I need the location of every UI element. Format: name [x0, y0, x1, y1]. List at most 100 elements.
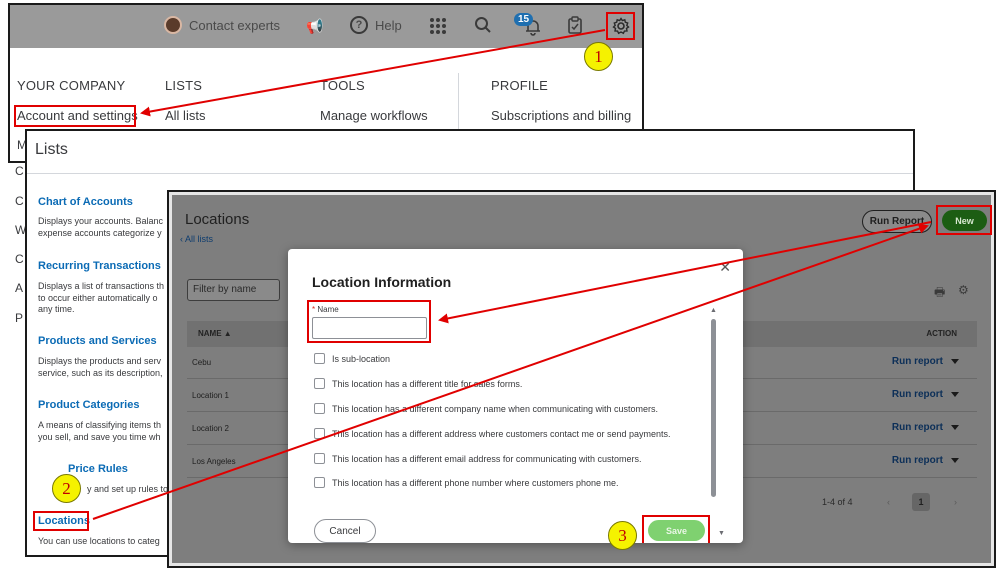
checkbox-box[interactable] — [314, 453, 325, 464]
recurring-transactions-link[interactable]: Recurring Transactions — [38, 260, 161, 272]
megaphone-icon: 📢 — [306, 17, 324, 34]
menu-item-partial[interactable]: P — [15, 311, 23, 325]
subscriptions-billing-link[interactable]: Subscriptions and billing — [491, 108, 631, 123]
tasks-button[interactable] — [567, 16, 583, 34]
checkbox-box[interactable] — [314, 477, 325, 488]
checkbox-box[interactable] — [314, 403, 325, 414]
checkbox-different-address[interactable]: This location has a different address wh… — [314, 428, 671, 439]
pagination-count: 1-4 of 4 — [822, 497, 853, 507]
products-and-services-link[interactable]: Products and Services — [38, 335, 157, 347]
step-marker-3: 3 — [608, 521, 637, 550]
annotation-box-account-settings — [14, 105, 136, 127]
save-button[interactable]: Save — [648, 520, 705, 541]
list-item-description: service, such as its description, — [38, 368, 163, 378]
checkbox-different-company-name[interactable]: This location has a different company na… — [314, 403, 658, 414]
list-item-description: you sell, and save you time wh — [38, 432, 161, 442]
contact-experts-label: Contact experts — [189, 17, 281, 33]
column-header-name[interactable]: NAME ▲ — [198, 329, 232, 338]
list-item-description: You can use locations to categ — [38, 536, 160, 546]
print-icon[interactable]: 🖶 — [934, 283, 945, 304]
product-categories-link[interactable]: Product Categories — [38, 399, 139, 411]
clipboard-icon — [568, 16, 582, 34]
gear-icon[interactable]: ⚙ — [958, 283, 969, 297]
location-name: Location 1 — [192, 391, 229, 400]
location-name: Cebu — [192, 358, 212, 367]
run-report-link[interactable]: Run report — [892, 389, 943, 400]
menu-divider — [458, 73, 459, 133]
close-icon[interactable]: ✕ — [719, 259, 731, 276]
lists-header: Lists — [27, 131, 913, 174]
manage-workflows-link[interactable]: Manage workflows — [320, 108, 428, 123]
new-button[interactable]: New — [942, 210, 987, 231]
scroll-up-icon[interactable]: ▲ — [710, 307, 717, 314]
menu-heading-lists: LISTS — [165, 78, 203, 93]
contact-experts-button[interactable]: Contact experts — [164, 16, 280, 34]
avatar — [164, 16, 182, 34]
apps-grid-icon — [430, 18, 446, 34]
location-name: Location 2 — [192, 424, 229, 433]
run-report-link[interactable]: Run report — [892, 455, 943, 466]
chevron-right-icon[interactable]: › — [954, 497, 957, 507]
checkbox-label: This location has a different company na… — [332, 403, 658, 414]
step-marker-1: 1 — [584, 42, 613, 71]
menu-item-partial[interactable]: C — [15, 164, 24, 178]
announcements-button[interactable]: 📢 — [305, 16, 325, 36]
list-item-description: any time. — [38, 304, 75, 314]
checkbox-label: This location has a different phone numb… — [332, 477, 619, 488]
checkbox-label: This location has a different title for … — [332, 378, 523, 389]
breadcrumb[interactable]: ‹ All lists — [180, 234, 213, 244]
list-item-description: A means of classifying items th — [38, 420, 162, 430]
gear-icon — [611, 17, 630, 35]
chevron-down-icon[interactable] — [951, 425, 959, 430]
name-field[interactable] — [312, 317, 427, 339]
chart-of-accounts-link[interactable]: Chart of Accounts — [38, 196, 133, 208]
column-header-action: ACTION — [926, 329, 957, 338]
menu-item-partial[interactable]: C — [15, 252, 24, 266]
checkbox-label: Is sub-location — [332, 353, 391, 364]
checkbox-different-phone[interactable]: This location has a different phone numb… — [314, 477, 619, 488]
checkbox-different-email[interactable]: This location has a different email addr… — [314, 453, 641, 464]
search-button[interactable] — [474, 16, 492, 34]
dialog-scrollbar[interactable] — [711, 319, 716, 497]
name-field-label: * Name — [312, 305, 339, 314]
filter-input[interactable]: Filter by name — [187, 279, 280, 301]
apps-button[interactable] — [430, 18, 446, 34]
list-item-description: expense accounts categorize y — [38, 228, 162, 238]
menu-heading-your-company: YOUR COMPANY — [17, 78, 126, 93]
checkbox-box[interactable] — [314, 428, 325, 439]
cancel-button[interactable]: Cancel — [314, 519, 376, 543]
run-report-button[interactable]: Run Report — [862, 210, 932, 233]
menu-item-partial[interactable]: A — [15, 281, 23, 295]
chevron-down-icon[interactable] — [951, 458, 959, 463]
help-label: Help — [375, 17, 402, 33]
run-report-link[interactable]: Run report — [892, 356, 943, 367]
chevron-down-icon[interactable] — [951, 392, 959, 397]
page-title: Lists — [35, 141, 68, 158]
search-icon — [475, 17, 491, 33]
price-rules-link[interactable]: Price Rules — [68, 463, 128, 475]
checkbox-box[interactable] — [314, 353, 325, 364]
annotation-box-locations — [33, 511, 89, 531]
chevron-down-icon[interactable] — [951, 359, 959, 364]
chevron-down-icon[interactable]: ▼ — [718, 530, 725, 537]
dialog-title: Location Information — [312, 274, 452, 290]
step-marker-2: 2 — [52, 474, 81, 503]
list-item-description: Displays your accounts. Balanc — [38, 216, 164, 226]
menu-heading-profile: PROFILE — [491, 78, 549, 93]
chevron-left-icon[interactable]: ‹ — [887, 497, 890, 507]
checkbox-different-title[interactable]: This location has a different title for … — [314, 378, 522, 389]
run-report-link[interactable]: Run report — [892, 422, 943, 433]
notification-count-badge: 15 — [514, 13, 534, 26]
help-button[interactable]: ? Help — [350, 16, 402, 34]
checkbox-sub-location[interactable]: Is sub-location — [314, 353, 390, 364]
top-bar: Contact experts 📢 ? Help 15 — [10, 5, 642, 48]
menu-heading-tools: TOOLS — [320, 78, 365, 93]
settings-gear-button[interactable] — [606, 12, 635, 40]
checkbox-label: This location has a different address wh… — [332, 428, 671, 439]
all-lists-link[interactable]: All lists — [165, 108, 205, 123]
checkbox-label: This location has a different email addr… — [332, 453, 642, 464]
pagination-page[interactable]: 1 — [912, 493, 930, 511]
menu-item-partial[interactable]: C — [15, 194, 24, 208]
checkbox-box[interactable] — [314, 378, 325, 389]
list-item-description: y and set up rules to — [87, 484, 169, 494]
